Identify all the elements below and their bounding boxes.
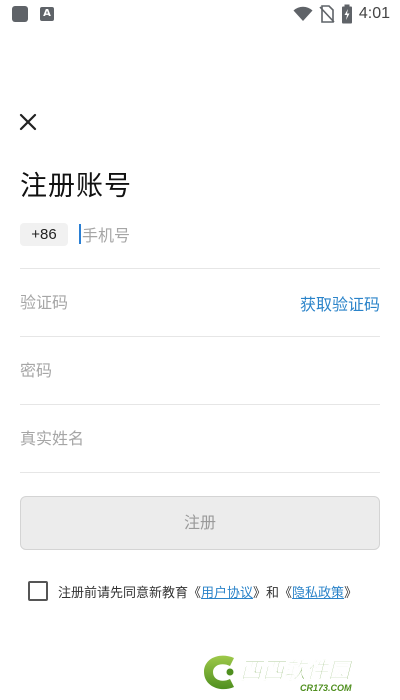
close-button[interactable] [16, 110, 40, 134]
battery-charging-icon [341, 4, 352, 24]
a-notification-icon: A [40, 7, 54, 21]
watermark-brand: 西西软件园 [240, 659, 354, 684]
privacy-policy-link[interactable]: 隐私政策 [292, 586, 344, 601]
status-time: 4:01 [358, 5, 390, 22]
phone-row: +86 [20, 220, 380, 250]
agreement-middle: 》和《 [253, 585, 293, 601]
agreement-suffix: 》 [344, 585, 358, 601]
status-bar: A 4:01 [0, 0, 400, 28]
app-notification-icon [12, 6, 28, 22]
register-button[interactable]: 注册 [20, 496, 380, 550]
status-icons: 4:01 [293, 2, 390, 26]
wifi-icon [293, 6, 313, 21]
text-cursor [79, 224, 81, 244]
get-code-button[interactable]: 获取验证码 [300, 291, 380, 315]
divider [20, 404, 380, 405]
agreement-text: 注册前请先同意新教育《用户协议》和《隐私政策》 [58, 582, 357, 601]
user-agreement-link[interactable]: 用户协议 [201, 586, 253, 601]
divider [20, 268, 380, 269]
password-input[interactable] [20, 355, 280, 385]
divider [20, 472, 380, 473]
phone-input[interactable] [82, 222, 372, 248]
verification-code-input[interactable] [20, 287, 280, 317]
close-icon [19, 113, 37, 131]
real-name-input[interactable] [20, 423, 280, 453]
watermark-domain: CR173.COM [300, 683, 352, 693]
agreement-prefix: 注册前请先同意新教育《 [58, 585, 202, 601]
country-code-button[interactable]: +86 [20, 223, 68, 246]
divider [20, 336, 380, 337]
no-sim-icon [319, 5, 335, 23]
watermark-logo: 西西软件园 CR173.COM [204, 655, 354, 693]
agreement-row: 注册前请先同意新教育《用户协议》和《隐私政策》 [28, 580, 357, 602]
agreement-checkbox[interactable] [28, 581, 48, 601]
page-title: 注册账号 [20, 171, 132, 202]
